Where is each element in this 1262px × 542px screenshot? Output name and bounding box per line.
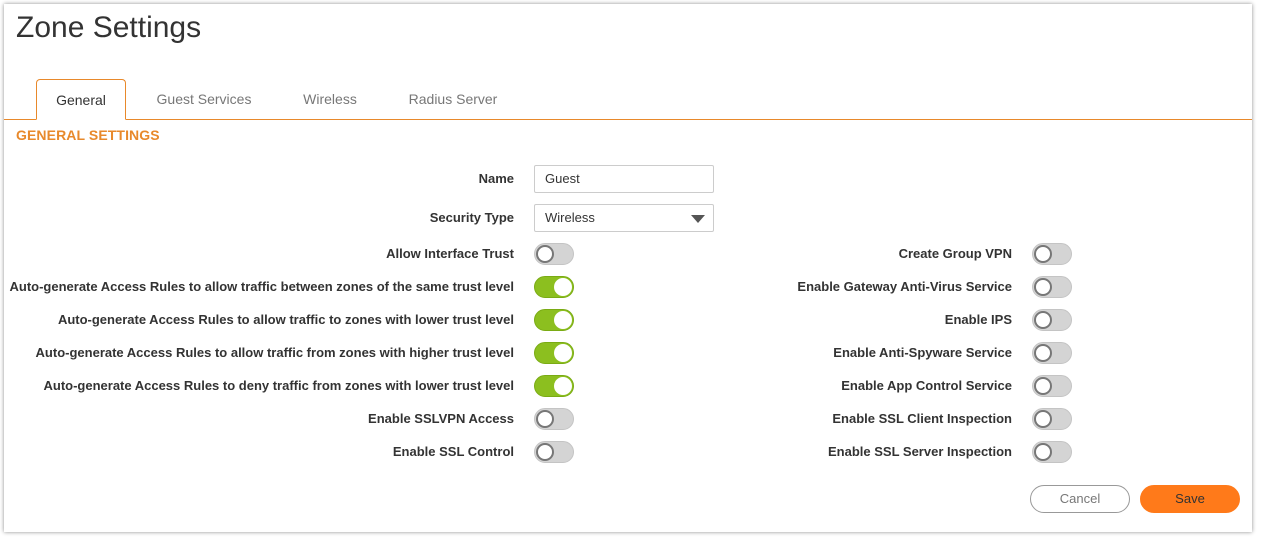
name-input[interactable]: Guest <box>534 165 714 193</box>
anti-spyware-toggle[interactable] <box>1032 342 1072 364</box>
name-label: Name <box>478 171 514 186</box>
toggle-knob <box>1034 377 1052 395</box>
gateway-antivirus-label: Enable Gateway Anti-Virus Service <box>797 279 1012 294</box>
ssl-server-inspection-toggle[interactable] <box>1032 441 1072 463</box>
tab-wireless[interactable]: Wireless <box>284 79 376 119</box>
allow-interface-trust-label: Allow Interface Trust <box>386 246 514 261</box>
toggle-knob <box>536 410 554 428</box>
auto-rules-deny-lower-label: Auto-generate Access Rules to deny traff… <box>43 378 514 393</box>
toggle-knob <box>1034 410 1052 428</box>
app-control-toggle[interactable] <box>1032 375 1072 397</box>
section-title: GENERAL SETTINGS <box>16 127 160 143</box>
enable-ssl-control-label: Enable SSL Control <box>392 444 514 459</box>
enable-ips-label: Enable IPS <box>944 312 1012 327</box>
cancel-button[interactable]: Cancel <box>1030 485 1130 513</box>
create-group-vpn-toggle[interactable] <box>1032 243 1072 265</box>
security-type-value: Wireless <box>545 210 595 225</box>
toggle-knob <box>554 311 572 329</box>
auto-rules-lower-trust-toggle[interactable] <box>534 309 574 331</box>
enable-ssl-control-toggle[interactable] <box>534 441 574 463</box>
save-button[interactable]: Save <box>1140 485 1240 513</box>
anti-spyware-label: Enable Anti-Spyware Service <box>833 345 1012 360</box>
auto-rules-same-trust-label: Auto-generate Access Rules to allow traf… <box>9 279 515 294</box>
enable-sslvpn-toggle[interactable] <box>534 408 574 430</box>
tab-general[interactable]: General <box>36 79 126 120</box>
tab-radius-server[interactable]: Radius Server <box>396 79 510 119</box>
zone-settings-dialog: Zone Settings General Guest Services Wir… <box>4 4 1252 532</box>
create-group-vpn-label: Create Group VPN <box>898 246 1012 261</box>
caret-down-icon <box>691 215 705 223</box>
toggle-knob <box>1034 278 1052 296</box>
security-type-label: Security Type <box>429 210 514 225</box>
ssl-client-inspection-toggle[interactable] <box>1032 408 1072 430</box>
auto-rules-lower-trust-label: Auto-generate Access Rules to allow traf… <box>57 312 514 327</box>
toggle-knob <box>1034 311 1052 329</box>
tab-bar: General Guest Services Wireless Radius S… <box>4 79 1252 120</box>
toggle-knob <box>1034 344 1052 362</box>
toggle-knob <box>1034 443 1052 461</box>
page-title: Zone Settings <box>16 11 202 44</box>
tab-guest-services[interactable]: Guest Services <box>144 79 264 119</box>
toggle-knob <box>554 278 572 296</box>
toggle-knob <box>554 344 572 362</box>
auto-rules-same-trust-toggle[interactable] <box>534 276 574 298</box>
enable-ips-toggle[interactable] <box>1032 309 1072 331</box>
auto-rules-deny-lower-toggle[interactable] <box>534 375 574 397</box>
enable-sslvpn-label: Enable SSLVPN Access <box>368 411 514 426</box>
toggle-knob <box>1034 245 1052 263</box>
toggle-knob <box>536 443 554 461</box>
auto-rules-higher-trust-toggle[interactable] <box>534 342 574 364</box>
auto-rules-higher-trust-label: Auto-generate Access Rules to allow traf… <box>35 345 514 360</box>
gateway-antivirus-toggle[interactable] <box>1032 276 1072 298</box>
toggle-knob <box>536 245 554 263</box>
allow-interface-trust-toggle[interactable] <box>534 243 574 265</box>
ssl-server-inspection-label: Enable SSL Server Inspection <box>828 444 1012 459</box>
toggle-knob <box>554 377 572 395</box>
ssl-client-inspection-label: Enable SSL Client Inspection <box>832 411 1012 426</box>
security-type-select[interactable]: Wireless <box>534 204 714 232</box>
app-control-label: Enable App Control Service <box>841 378 1012 393</box>
